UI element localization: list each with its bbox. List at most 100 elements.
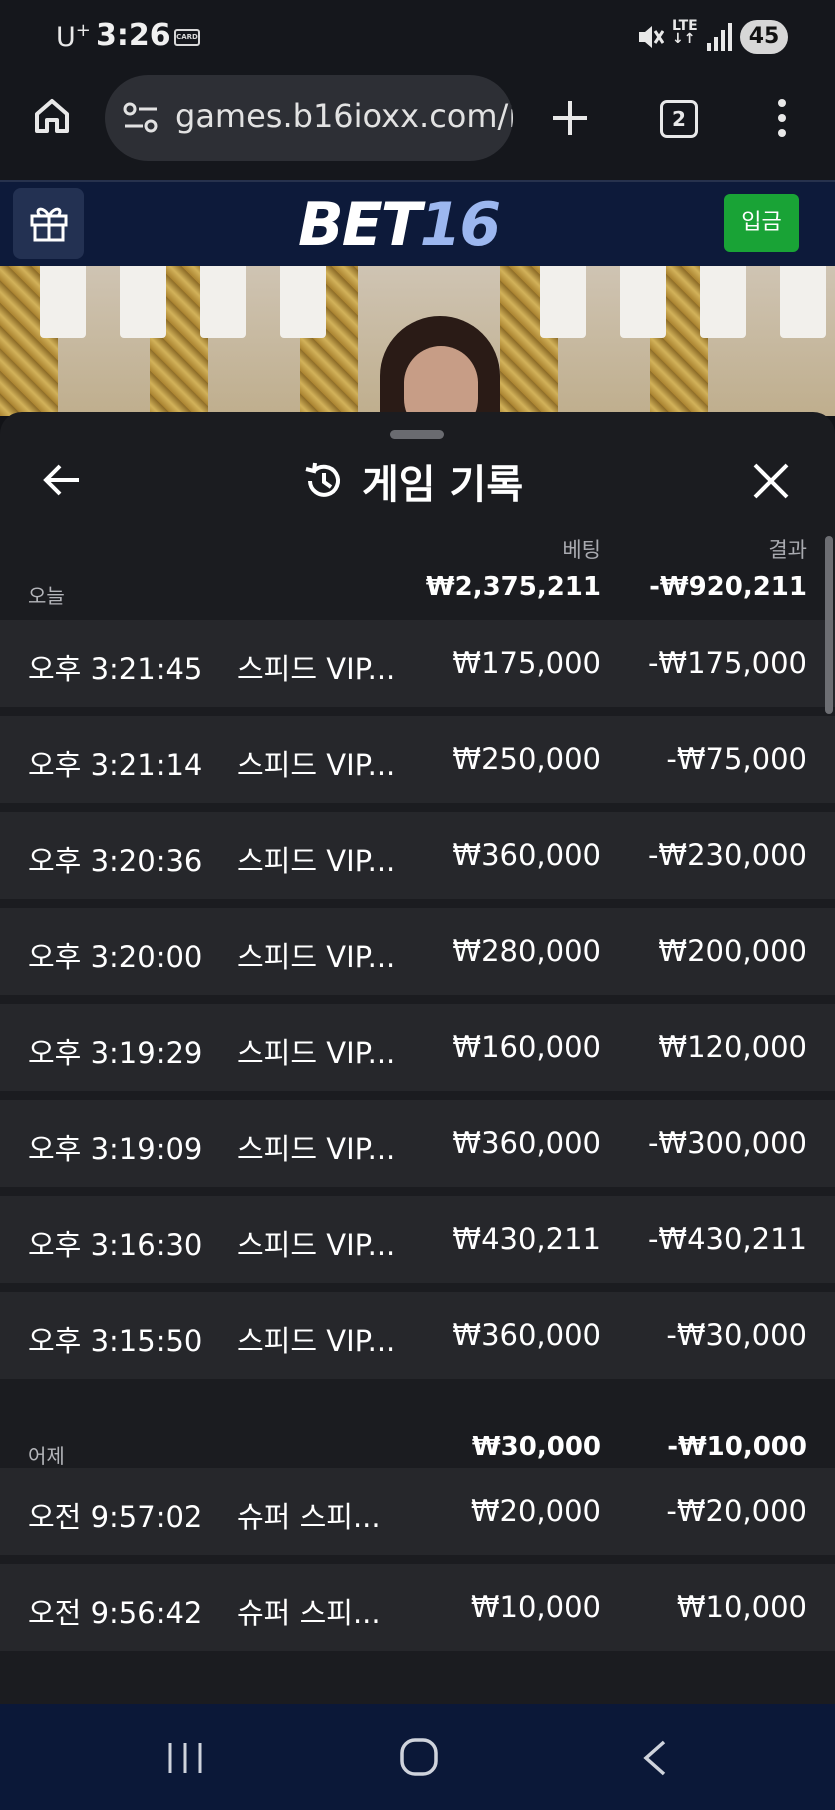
row-result: -₩430,211	[647, 1222, 807, 1256]
history-row[interactable]: 오후 3:21:14 스피드 VIP... ₩250,000 -₩75,000	[0, 716, 835, 803]
history-row[interactable]: 오후 3:21:45 스피드 VIP... ₩175,000 -₩175,000	[0, 620, 835, 707]
panel-title-text: 게임 기록	[362, 462, 524, 508]
browser-toolbar: games.b16ioxx.com/i 2	[0, 74, 835, 180]
row-game: 스피드 VIP...	[237, 652, 396, 686]
history-row[interactable]: 오후 3:19:29 스피드 VIP... ₩160,000 ₩120,000	[0, 1004, 835, 1091]
column-header-result: 결과	[768, 538, 807, 562]
row-time: 오후 3:20:00	[28, 940, 203, 974]
row-game: 슈퍼 스피...	[237, 1500, 381, 1534]
battery-indicator: 45	[740, 20, 788, 54]
row-result: -₩20,000	[666, 1494, 807, 1528]
row-result: -₩230,000	[647, 838, 807, 872]
row-game: 슈퍼 스피...	[237, 1596, 381, 1630]
row-game: 스피드 VIP...	[237, 1228, 396, 1262]
history-icon	[305, 462, 340, 497]
gift-icon	[30, 207, 68, 242]
video-decor	[280, 266, 326, 338]
card-icon: CARD	[174, 29, 200, 46]
group-total-result: -₩10,000	[667, 1432, 807, 1462]
row-result: -₩30,000	[666, 1318, 807, 1352]
live-video	[0, 266, 835, 416]
nav-back-icon[interactable]	[640, 1739, 668, 1777]
system-nav-bar	[0, 1704, 835, 1810]
row-result: -₩175,000	[647, 646, 807, 680]
close-icon[interactable]	[752, 462, 790, 500]
video-decor	[780, 266, 826, 338]
row-bet: ₩20,000	[470, 1494, 601, 1528]
group-label-yesterday: 어제	[28, 1444, 65, 1468]
row-game: 스피드 VIP...	[237, 1132, 396, 1166]
history-row[interactable]: 오후 3:19:09 스피드 VIP... ₩360,000 -₩300,000	[0, 1100, 835, 1187]
gift-button[interactable]	[13, 188, 84, 259]
tab-switcher-button[interactable]: 2	[660, 100, 698, 138]
row-time: 오후 3:16:30	[28, 1228, 203, 1262]
recent-apps-icon[interactable]	[166, 1741, 204, 1775]
game-history-panel: 게임 기록 베팅 결과 오늘 ₩2,375,211 -₩920,211 오후 3…	[0, 412, 835, 1704]
more-options-icon[interactable]	[770, 98, 794, 138]
row-bet: ₩250,000	[452, 742, 601, 776]
row-time: 오전 9:56:42	[28, 1596, 203, 1630]
row-time: 오후 3:21:45	[28, 652, 203, 686]
video-decor	[120, 266, 166, 338]
dealer-face	[404, 346, 478, 416]
row-bet: ₩430,211	[452, 1222, 601, 1256]
back-arrow-icon[interactable]	[42, 462, 82, 498]
row-game: 스피드 VIP...	[237, 940, 396, 974]
row-result: -₩300,000	[647, 1126, 807, 1160]
row-bet: ₩280,000	[452, 934, 601, 968]
history-row[interactable]: 오전 9:57:02 슈퍼 스피... ₩20,000 -₩20,000	[0, 1468, 835, 1555]
row-bet: ₩160,000	[452, 1030, 601, 1064]
status-clock: 3:26	[96, 18, 171, 53]
panel-title: 게임 기록	[302, 456, 523, 508]
row-bet: ₩175,000	[452, 646, 601, 680]
video-decor	[200, 266, 246, 338]
row-time: 오후 3:20:36	[28, 844, 203, 878]
row-bet: ₩360,000	[452, 1318, 601, 1352]
video-decor	[700, 266, 746, 338]
history-row[interactable]: 오후 3:20:00 스피드 VIP... ₩280,000 ₩200,000	[0, 908, 835, 995]
row-game: 스피드 VIP...	[237, 748, 396, 782]
mute-icon	[639, 26, 664, 48]
history-row[interactable]: 오후 3:16:30 스피드 VIP... ₩430,211 -₩430,211	[0, 1196, 835, 1283]
row-time: 오전 9:57:02	[28, 1500, 203, 1534]
column-header-bet: 베팅	[562, 538, 601, 562]
history-row[interactable]: 오후 3:15:50 스피드 VIP... ₩360,000 -₩30,000	[0, 1292, 835, 1379]
row-result: -₩75,000	[666, 742, 807, 776]
row-bet: ₩360,000	[452, 838, 601, 872]
history-row[interactable]: 오전 9:56:42 슈퍼 스피... ₩10,000 ₩10,000	[0, 1564, 835, 1651]
video-decor	[40, 266, 86, 338]
home-icon[interactable]	[32, 96, 72, 136]
row-time: 오후 3:19:09	[28, 1132, 203, 1166]
address-bar[interactable]: games.b16ioxx.com/i	[105, 75, 513, 161]
url-text[interactable]: games.b16ioxx.com/i	[175, 97, 513, 135]
row-time: 오후 3:19:29	[28, 1036, 203, 1070]
scrollbar[interactable]	[825, 536, 833, 714]
site-settings-icon[interactable]	[123, 101, 159, 135]
row-bet: ₩360,000	[452, 1126, 601, 1160]
nav-home-icon[interactable]	[399, 1737, 439, 1777]
site-logo[interactable]: BET16	[298, 190, 501, 260]
group-label-today: 오늘	[28, 584, 65, 608]
row-result: ₩10,000	[676, 1590, 807, 1624]
lte-icon: LTE ↓↑	[672, 18, 698, 47]
row-game: 스피드 VIP...	[237, 844, 396, 878]
deposit-button[interactable]: 입금	[724, 194, 799, 252]
history-row[interactable]: 오후 3:20:36 스피드 VIP... ₩360,000 -₩230,000	[0, 812, 835, 899]
carrier-label: U+	[56, 20, 91, 53]
row-result: ₩200,000	[658, 934, 807, 968]
row-bet: ₩10,000	[470, 1590, 601, 1624]
row-time: 오후 3:15:50	[28, 1324, 203, 1358]
new-tab-icon[interactable]	[550, 98, 590, 138]
row-result: ₩120,000	[658, 1030, 807, 1064]
video-decor	[620, 266, 666, 338]
row-game: 스피드 VIP...	[237, 1324, 396, 1358]
site-header: BET16 입금	[0, 180, 835, 266]
drag-handle[interactable]	[390, 430, 444, 439]
row-time: 오후 3:21:14	[28, 748, 203, 782]
group-total-result: -₩920,211	[649, 572, 807, 602]
status-bar: U+ 3:26 CARD LTE ↓↑ 45	[0, 0, 835, 74]
row-game: 스피드 VIP...	[237, 1036, 396, 1070]
signal-icon	[707, 23, 732, 51]
group-total-bet: ₩2,375,211	[425, 572, 601, 602]
group-total-bet: ₩30,000	[471, 1432, 601, 1462]
